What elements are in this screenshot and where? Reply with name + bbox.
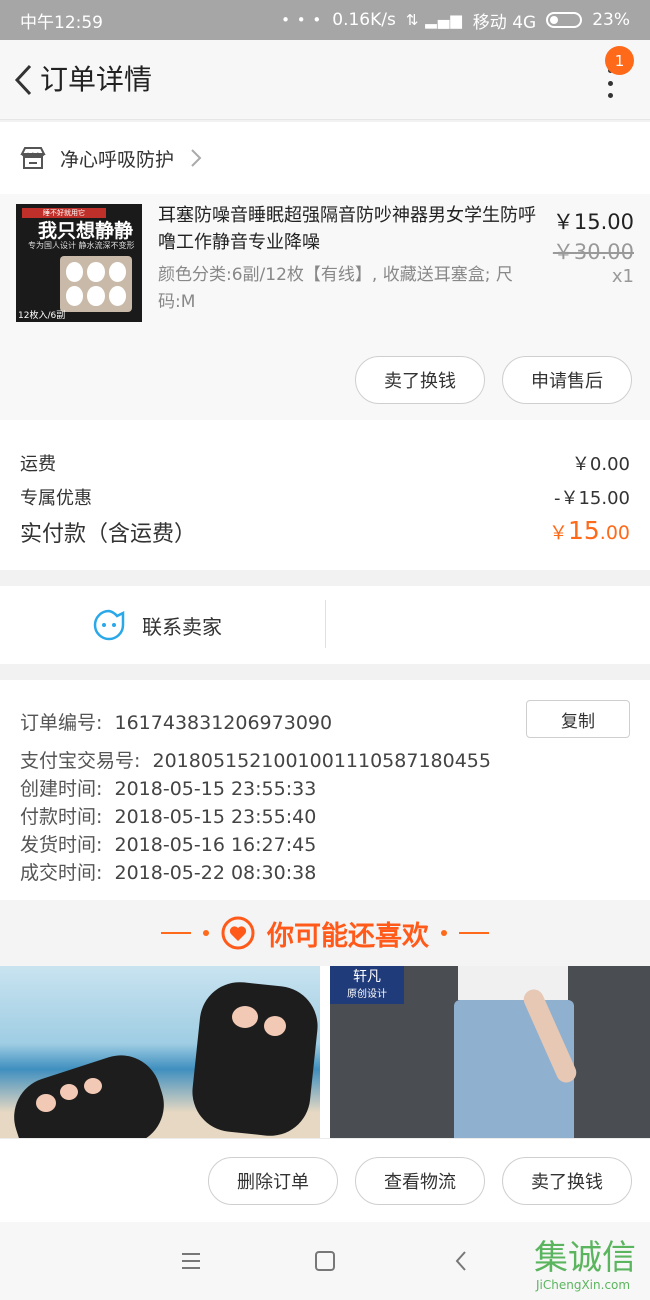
notification-badge: 1 (605, 46, 634, 75)
heart-icon (221, 916, 255, 950)
copy-button[interactable]: 复制 (526, 700, 630, 738)
shop-name: 净心呼吸防护 (60, 148, 175, 171)
decor-dot (441, 930, 447, 936)
chevron-right-icon (191, 149, 202, 167)
total-value: ￥15.00 (548, 516, 630, 545)
alipay-number: 2018051521001001110587180455 (152, 750, 491, 772)
chevron-left-icon (14, 64, 32, 96)
view-logistics-button[interactable]: 查看物流 (355, 1157, 485, 1205)
nav-bar: 订单详情 1 (0, 40, 650, 120)
shipped-line: 发货时间: 2018-05-16 16:27:45 (20, 830, 316, 857)
network-speed: 0.16K/s (332, 10, 396, 30)
recommend-title: 你可能还喜欢 (267, 920, 429, 952)
shirt-image (458, 966, 568, 1000)
chat-face-icon (93, 609, 125, 641)
product-title[interactable]: 耳塞防噪音睡眠超强隔音防吵神器男女学生防呼噜工作静音专业降噪 (158, 202, 544, 256)
product-card-sandals[interactable] (0, 966, 320, 1138)
paid-time: 2018-05-15 23:55:40 (114, 806, 317, 828)
completed-label: 成交时间: (20, 862, 103, 884)
shipping-label: 运费 (20, 454, 56, 475)
signal-icon: ⇅ ▂▄▆ (405, 11, 463, 29)
back-button[interactable] (8, 60, 38, 100)
contact-seller-label: 联系卖家 (142, 614, 222, 639)
battery-icon (546, 12, 583, 28)
menu-icon (182, 1253, 200, 1269)
total-label: 实付款（含运费） (20, 522, 197, 547)
shop-row[interactable]: 净心呼吸防护 (0, 122, 650, 194)
paid-label: 付款时间: (20, 806, 103, 828)
decor-line (459, 932, 489, 934)
sandal-image-2 (188, 978, 320, 1138)
decor-line (161, 932, 191, 934)
alipay-label: 支付宝交易号: (20, 750, 141, 772)
menu-button[interactable] (176, 1246, 206, 1276)
system-nav-bar: 集诚信 JiChengXin.com (0, 1222, 650, 1300)
total-row: 实付款（含运费） ￥15.00 (20, 516, 630, 548)
order-number-label: 订单编号: (20, 712, 103, 734)
created-time: 2018-05-15 23:55:33 (114, 778, 317, 800)
watermark-url: JiChengXin.com (536, 1278, 631, 1292)
created-line: 创建时间: 2018-05-15 23:55:33 (20, 774, 316, 801)
divider (325, 600, 326, 648)
battery-percent: 23% (592, 10, 630, 30)
fee-summary: 运费 ￥0.00 专属优惠 -￥15.00 实付款（含运费） ￥15.00 (0, 420, 650, 570)
more-dots-icon: • • • (281, 11, 323, 29)
thumb-tagline: 专为国人设计 静水流深不变形 (28, 241, 135, 250)
product-card-jeans[interactable]: 轩凡 原创设计 (330, 966, 650, 1138)
after-sale-button[interactable]: 申请售后 (502, 356, 632, 404)
decor-dot (203, 930, 209, 936)
home-square-icon (315, 1251, 335, 1271)
back-arrow-icon (455, 1251, 466, 1271)
item-quantity: x1 (611, 266, 634, 287)
brand-tag: 轩凡 原创设计 (330, 966, 404, 1004)
home-button[interactable] (310, 1246, 340, 1276)
product-spec: 颜色分类:6副/12枚【有线】, 收藏送耳塞盒; 尺码:M (158, 265, 513, 312)
order-item[interactable]: 睡不好就用它 我只想静静 专为国人设计 静水流深不变形 12枚入/6副 耳塞防噪… (0, 194, 650, 420)
completed-line: 成交时间: 2018-05-22 08:30:38 (20, 858, 316, 885)
store-icon (20, 147, 46, 169)
item-price: ￥15.00 (552, 210, 634, 234)
recommend-grid: 轩凡 原创设计 (0, 966, 650, 1138)
created-label: 创建时间: (20, 778, 103, 800)
discount-value: -￥15.00 (553, 488, 630, 509)
discount-row: 专属优惠 -￥15.00 (20, 484, 630, 510)
delete-order-button[interactable]: 删除订单 (208, 1157, 338, 1205)
order-info: 订单编号: 161743831206973090 复制 支付宝交易号: 2018… (0, 680, 650, 900)
sell-for-cash-button[interactable]: 卖了换钱 (355, 356, 485, 404)
order-action-bar: 删除订单 查看物流 卖了换钱 (0, 1138, 650, 1222)
shipped-label: 发货时间: (20, 834, 103, 856)
watermark: 集诚信 JiChengXin.com (534, 1230, 650, 1300)
carrier: 移动 4G (472, 12, 537, 33)
status-time: 中午12:59 (20, 12, 103, 33)
watermark-text: 集诚信 (534, 1238, 636, 1278)
shipping-row: 运费 ￥0.00 (20, 450, 630, 476)
item-original-price: ￥30.00 (552, 240, 634, 264)
earplug-image (60, 256, 132, 312)
page-title: 订单详情 (40, 63, 153, 96)
shipping-value: ￥0.00 (571, 454, 630, 475)
system-back-button[interactable] (446, 1246, 476, 1276)
discount-label: 专属优惠 (20, 488, 92, 509)
alipay-line: 支付宝交易号: 2018051521001001110587180455 (20, 746, 491, 773)
thumb-footer: 12枚入/6副 (18, 311, 66, 321)
status-bar: 中午12:59 • • • 0.16K/s ⇅ ▂▄▆ 移动 4G 23% (0, 0, 650, 40)
shipped-time: 2018-05-16 16:27:45 (114, 834, 317, 856)
sell-for-cash-button-bottom[interactable]: 卖了换钱 (502, 1157, 632, 1205)
order-number-line: 订单编号: 161743831206973090 (20, 708, 332, 735)
order-number: 161743831206973090 (114, 712, 333, 734)
paid-line: 付款时间: 2018-05-15 23:55:40 (20, 802, 316, 829)
thumb-headline: 我只想静静 (38, 220, 134, 242)
contact-seller-button[interactable]: 联系卖家 (92, 608, 222, 642)
recommend-header: 你可能还喜欢 (0, 900, 650, 966)
product-thumbnail[interactable]: 睡不好就用它 我只想静静 专为国人设计 静水流深不变形 12枚入/6副 (16, 204, 142, 322)
contact-bar: 联系卖家 (0, 586, 650, 664)
completed-time: 2018-05-22 08:30:38 (114, 862, 317, 884)
